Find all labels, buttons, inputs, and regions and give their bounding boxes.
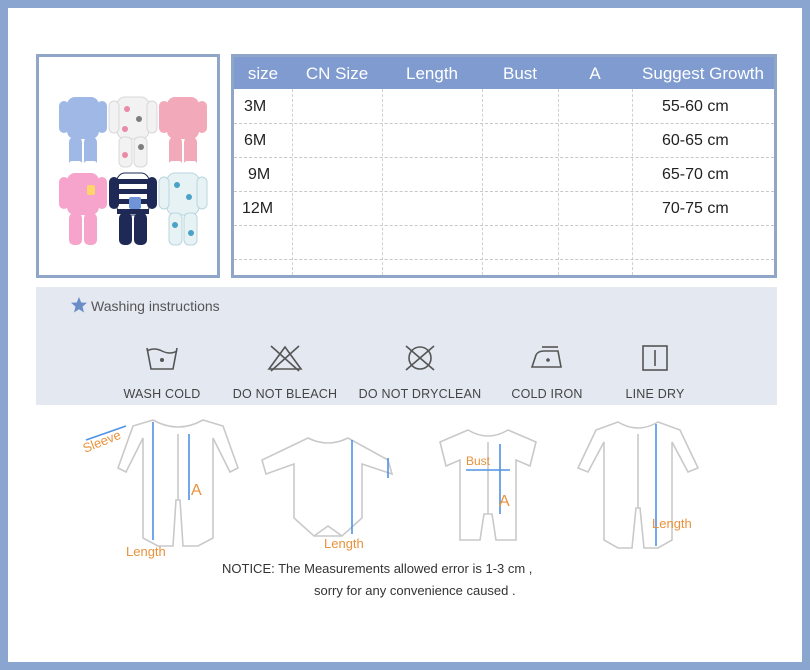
wash-cold-icon [146, 347, 178, 370]
no-dryclean-label: DO NOT DRYCLEAN [358, 387, 482, 401]
label-sleeve: Sleeve [81, 427, 123, 456]
table-row-empty [234, 226, 774, 260]
line-dry-label: LINE DRY [625, 387, 685, 401]
romper-pink [159, 97, 207, 169]
washing-title: Washing instructions [91, 298, 220, 314]
header-size: size [247, 64, 279, 83]
header-a: A [589, 64, 601, 83]
header-suggest-growth: Suggest Growth [642, 64, 764, 83]
cell-growth: 60-65 cm [662, 132, 729, 149]
romper-teal-print [158, 172, 208, 246]
label-length: Length [126, 544, 166, 559]
romper-print-white [108, 96, 158, 168]
label-length: Length [652, 516, 692, 531]
line-dry-icon [642, 345, 668, 371]
label-a: A [191, 482, 202, 499]
table-row: 9M 65-70 cm [234, 158, 774, 192]
table-header: size CN Size Length Bust A Suggest Growt… [234, 57, 774, 89]
cell-growth: 55-60 cm [662, 98, 729, 115]
washing-instructions: Washing instructions WASH COLD DO NOT BL… [36, 287, 777, 405]
label-length: Length [324, 536, 364, 551]
table-row: 3M 55-60 cm [234, 90, 774, 124]
notice-line-1: NOTICE: The Measurements allowed error i… [222, 561, 533, 576]
label-a: A [499, 493, 510, 510]
diagram-bodysuit [261, 437, 394, 537]
cell-size: 9M [248, 166, 271, 183]
romper-thumbnails [59, 96, 208, 246]
wash-cold-label: WASH COLD [123, 387, 201, 401]
diagram-short-sleeve-romper [439, 429, 537, 541]
cell-size: 6M [244, 132, 267, 149]
table-row: 12M 70-75 cm [234, 192, 774, 226]
romper-blue [59, 97, 107, 169]
notice-line-2: sorry for any convenience caused . [314, 583, 516, 598]
cell-growth: 70-75 cm [662, 200, 729, 217]
header-bust: Bust [502, 64, 538, 83]
romper-pink-bright [59, 173, 107, 245]
measurement-diagrams: Sleeve A Length Length Bust A Length [81, 419, 700, 559]
star-icon [71, 297, 87, 313]
label-bust: Bust [466, 454, 491, 468]
product-photo [36, 54, 220, 278]
no-dryclean-icon [405, 345, 435, 371]
header-length: Length [406, 64, 458, 83]
diagram-long-sleeve-romper [117, 419, 239, 547]
size-chart-page: size CN Size Length Bust A Suggest Growt… [8, 8, 802, 662]
header-cn-size: CN Size [305, 64, 369, 83]
cell-size: 3M [244, 98, 267, 115]
no-bleach-icon [267, 345, 303, 372]
size-table: size CN Size Length Bust A Suggest Growt… [231, 54, 777, 278]
table-row: 6M 60-65 cm [234, 124, 774, 158]
romper-striped [109, 172, 157, 245]
cold-iron-icon [530, 346, 562, 368]
cell-growth: 65-70 cm [662, 166, 729, 183]
no-bleach-label: DO NOT BLEACH [232, 387, 338, 401]
cell-size: 12M [242, 200, 274, 217]
